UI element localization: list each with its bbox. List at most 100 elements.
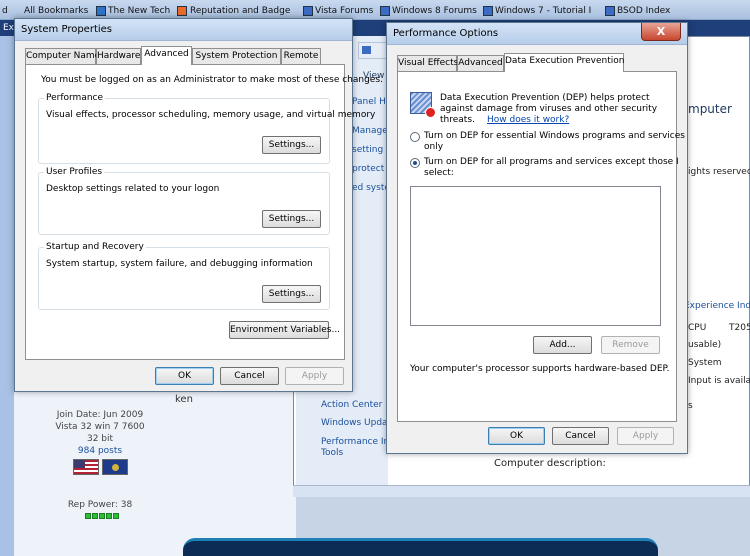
cp-link-device-manager[interactable]: Manage xyxy=(352,126,388,136)
performance-options-dialog: Performance Options X Visual Effects Adv… xyxy=(386,22,688,454)
bookmark-item[interactable]: Reputation and Badge xyxy=(190,6,290,16)
browser-tab[interactable]: Ex xyxy=(3,23,14,33)
forum-username[interactable]: ken xyxy=(175,394,193,405)
dep-intro-line1: Data Execution Prevention (DEP) helps pr… xyxy=(440,93,650,103)
rep-dot-icon xyxy=(99,513,105,519)
cancel-button[interactable]: Cancel xyxy=(220,367,279,385)
dep-all-programs-label[interactable]: Turn on DEP for all programs and service… xyxy=(424,157,679,167)
startup-recovery-label: Startup and Recovery xyxy=(44,242,146,252)
ok-button[interactable]: OK xyxy=(488,427,545,445)
cp-system-type: System xyxy=(688,358,722,368)
tab-advanced[interactable]: Advanced xyxy=(457,55,504,71)
cp-memory-usable: usable) xyxy=(688,340,722,350)
dep-shield-icon xyxy=(410,92,436,118)
user-profiles-desc: Desktop settings related to your logon xyxy=(46,184,220,194)
cp-link-action-center[interactable]: Action Center xyxy=(321,400,382,410)
cp-experience-index[interactable]: Experience Inde xyxy=(684,301,750,311)
apply-button[interactable]: Apply xyxy=(285,367,344,385)
dep-tab-panel: Data Execution Prevention (DEP) helps pr… xyxy=(397,71,685,422)
rep-dot-icon xyxy=(92,513,98,519)
dialog-title: System Properties xyxy=(21,24,113,35)
bookmark-item[interactable]: The New Tech xyxy=(108,6,170,16)
control-panel-bottom-edge xyxy=(293,485,750,497)
site-icon xyxy=(380,6,390,16)
cp-heading: mputer xyxy=(688,102,732,116)
startup-recovery-settings-button[interactable]: Settings... xyxy=(262,285,321,303)
system-properties-titlebar[interactable]: System Properties xyxy=(15,19,352,41)
bookmarks-bar: d All Bookmarks The New Tech Reputation … xyxy=(0,0,750,20)
star-icon xyxy=(96,6,106,16)
environment-variables-button[interactable]: Environment Variables... xyxy=(229,321,340,339)
ok-button[interactable]: OK xyxy=(155,367,214,385)
bookmark-item[interactable]: All Bookmarks xyxy=(24,6,88,16)
dep-essential-label[interactable]: Turn on DEP for essential Windows progra… xyxy=(424,131,685,141)
bookmark-item[interactable]: d xyxy=(2,6,8,16)
tab-hardware[interactable]: Hardware xyxy=(96,48,141,64)
join-date: Join Date: Jun 2009 xyxy=(56,410,144,420)
tab-system-protection[interactable]: System Protection xyxy=(192,48,281,64)
how-does-it-work-link[interactable]: How does it work? xyxy=(487,115,569,125)
post-count[interactable]: 984 posts xyxy=(40,446,160,456)
user-bits: 32 bit xyxy=(86,434,114,444)
advanced-tab-panel: You must be logged on as an Administrato… xyxy=(25,64,383,360)
dep-intro-line3: threats. xyxy=(440,115,475,125)
cp-link-tools[interactable]: Tools xyxy=(321,448,343,458)
startup-recovery-desc: System startup, system failure, and debu… xyxy=(46,259,313,269)
toolbar-button[interactable] xyxy=(358,42,388,59)
state-flag-icon xyxy=(102,459,128,475)
site-icon xyxy=(483,6,493,16)
cp-processor-label: CPU xyxy=(688,323,707,333)
rep-dot-icon xyxy=(85,513,91,519)
tab-advanced[interactable]: Advanced xyxy=(141,46,192,65)
performance-options-tabs: Visual Effects Advanced Data Execution P… xyxy=(397,53,677,72)
cp-link-performance[interactable]: Performance In xyxy=(321,437,389,447)
cp-copyright: ights reserved. xyxy=(688,167,750,177)
bookmark-item[interactable]: Windows 7 - Tutorial I xyxy=(495,6,591,16)
forum-banner-logo xyxy=(183,538,658,556)
cp-processor-value: T205 xyxy=(729,323,750,333)
tab-visual-effects[interactable]: Visual Effects xyxy=(397,55,458,71)
apply-button[interactable]: Apply xyxy=(617,427,674,445)
cp-pen-touch: Input is availab xyxy=(688,376,750,386)
remove-button[interactable]: Remove xyxy=(601,336,660,354)
cp-link-windows-update[interactable]: Windows Upda xyxy=(321,418,388,428)
performance-desc: Visual effects, processor scheduling, me… xyxy=(46,110,376,120)
cp-settings-label: s xyxy=(688,401,693,411)
performance-settings-button[interactable]: Settings... xyxy=(262,136,321,154)
add-button[interactable]: Add... xyxy=(533,336,592,354)
site-icon xyxy=(177,6,187,16)
dep-all-programs-radio[interactable] xyxy=(410,158,420,168)
bookmark-item[interactable]: BSOD Index xyxy=(617,6,670,16)
cancel-button[interactable]: Cancel xyxy=(552,427,609,445)
dialog-title: Performance Options xyxy=(393,28,499,39)
dep-exceptions-list[interactable] xyxy=(410,186,661,326)
rep-dot-icon xyxy=(106,513,112,519)
cp-link-home[interactable]: Panel H xyxy=(352,97,386,107)
tab-computer-name[interactable]: Computer Name xyxy=(25,48,100,64)
dep-essential-radio[interactable] xyxy=(410,132,420,142)
user-profiles-label: User Profiles xyxy=(44,167,105,177)
rep-power: Rep Power: 38 xyxy=(67,500,133,510)
dep-all-programs-label-cont[interactable]: select: xyxy=(424,168,454,178)
us-flag-icon xyxy=(73,459,99,475)
performance-group xyxy=(38,98,330,164)
site-icon xyxy=(605,6,615,16)
dep-essential-label-cont[interactable]: only xyxy=(424,142,443,152)
dep-support-note: Your computer's processor supports hardw… xyxy=(410,364,670,374)
admin-note: You must be logged on as an Administrato… xyxy=(41,75,383,85)
cp-computer-description-label: Computer description: xyxy=(494,458,606,469)
tab-data-execution-prevention[interactable]: Data Execution Prevention xyxy=(504,53,625,72)
bookmark-item[interactable]: Vista Forums xyxy=(315,6,373,16)
performance-label: Performance xyxy=(44,93,106,103)
forum-sidebar-edge xyxy=(0,36,14,556)
user-profiles-settings-button[interactable]: Settings... xyxy=(262,210,321,228)
close-button[interactable]: X xyxy=(641,23,681,41)
cp-link-system-protection[interactable]: protect xyxy=(352,164,384,174)
window-icon xyxy=(362,46,371,54)
cp-link-remote-settings[interactable]: setting xyxy=(352,145,383,155)
bookmark-item[interactable]: Windows 8 Forums xyxy=(392,6,477,16)
system-properties-tabs: Computer Name Hardware Advanced System P… xyxy=(25,46,345,65)
cp-link-advanced-settings[interactable]: ed syste xyxy=(352,183,390,193)
site-icon xyxy=(303,6,313,16)
tab-remote[interactable]: Remote xyxy=(281,48,321,64)
